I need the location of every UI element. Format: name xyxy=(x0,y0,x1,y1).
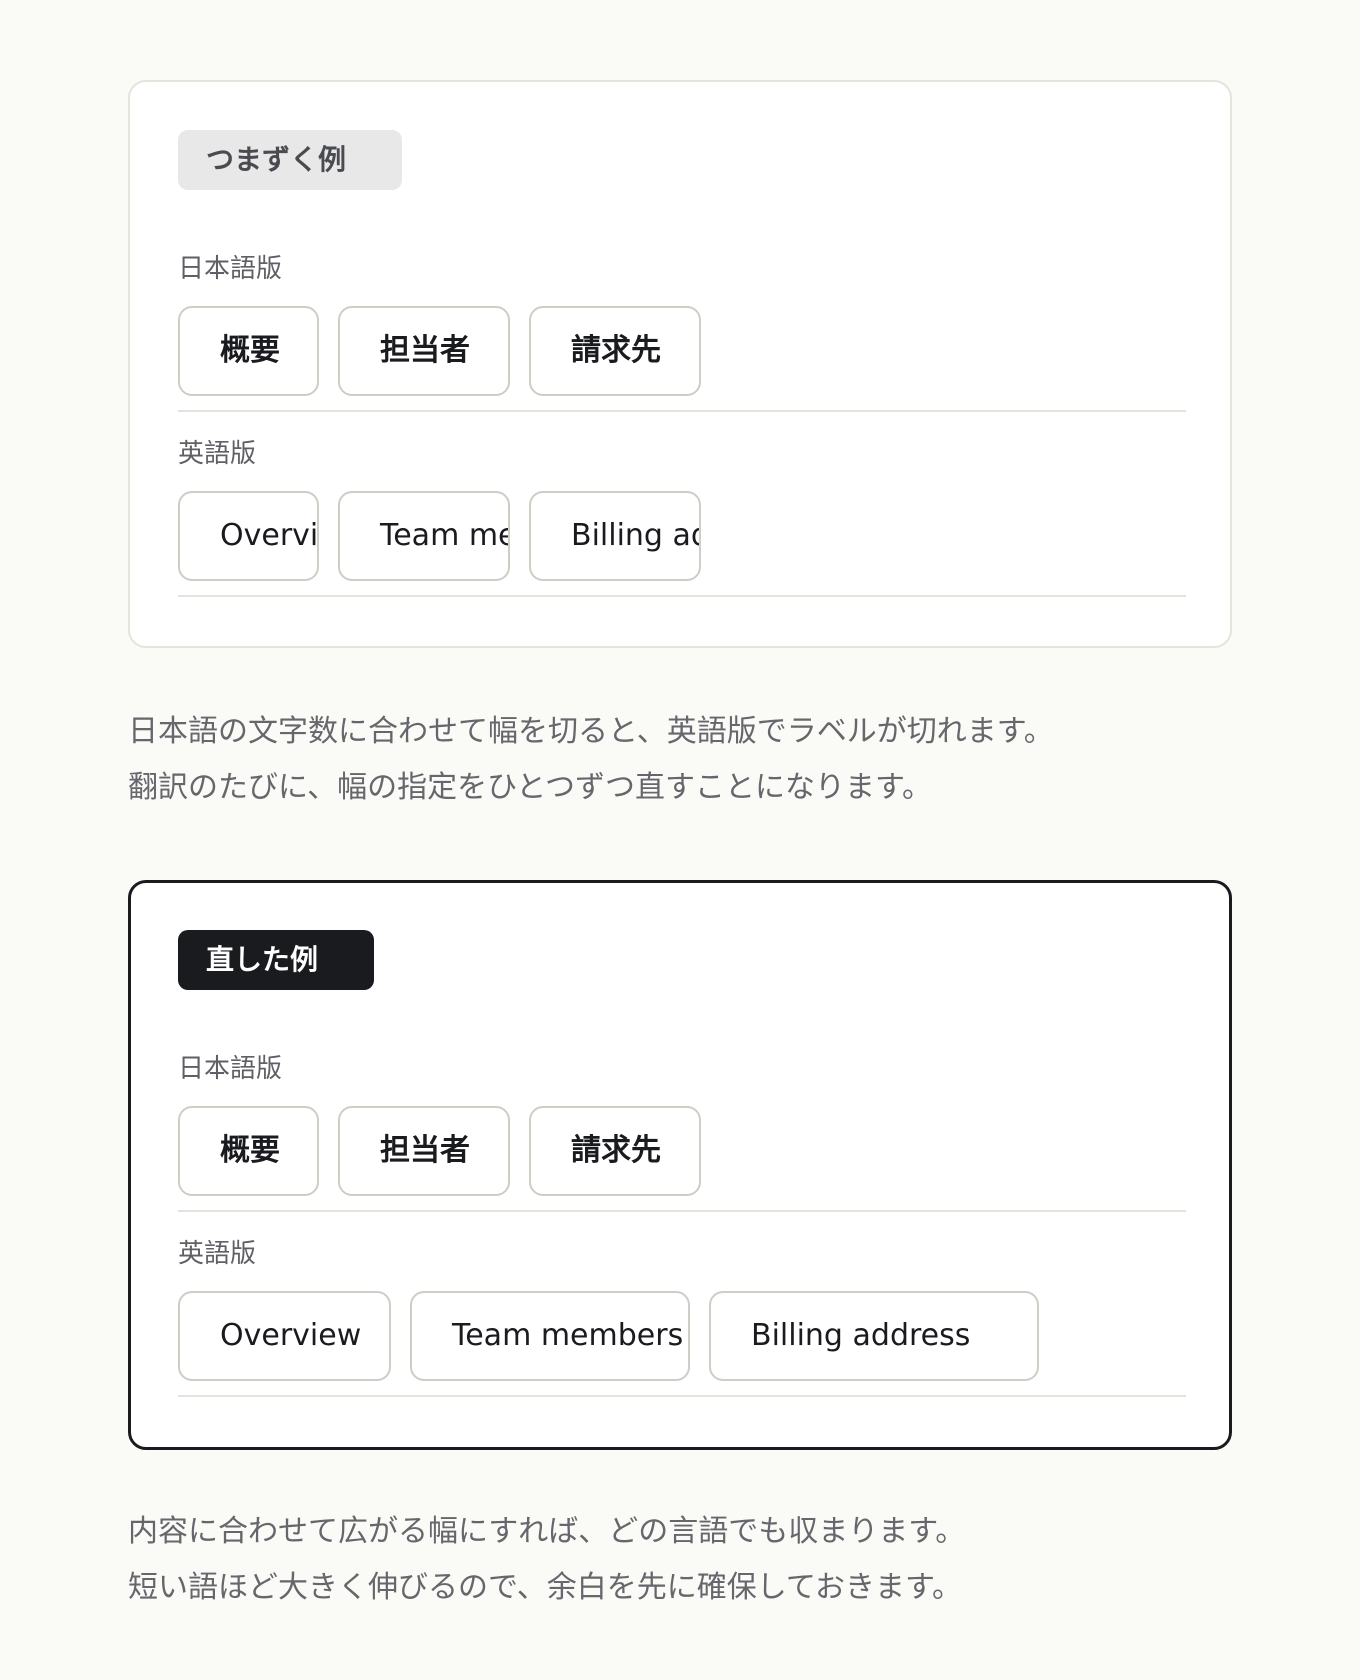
good-en-tab-row: Overview Team members Billing address xyxy=(178,1291,1039,1381)
good-en-section-label: 英語版 xyxy=(178,1239,257,1269)
good-jp-tab-overview[interactable]: 概要 xyxy=(178,1106,319,1196)
good-example-card: 直した例 日本語版 概要 担当者 請求先 英語版 Overview Team m… xyxy=(128,880,1232,1450)
bad-jp-divider xyxy=(178,410,1186,412)
bad-en-section-label: 英語版 xyxy=(178,439,257,469)
bad-jp-tab-overview[interactable]: 概要 xyxy=(178,306,319,396)
bad-note-line1: 日本語の文字数に合わせて幅を切ると、英語版でラベルが切れます。 xyxy=(128,714,1054,749)
good-en-divider xyxy=(178,1395,1186,1397)
bad-en-tab-team[interactable]: Team members xyxy=(338,491,510,581)
bad-jp-tab-billing[interactable]: 請求先 xyxy=(529,306,701,396)
good-en-tab-overview[interactable]: Overview xyxy=(178,1291,391,1381)
bad-note-line2: 翻訳のたびに、幅の指定をひとつずつ直すことになります。 xyxy=(128,770,932,805)
good-jp-divider xyxy=(178,1210,1186,1212)
good-example-note: 内容に合わせて広がる幅にすれば、どの言語でも収まります。 短い語ほど大きく伸びる… xyxy=(128,1504,1232,1616)
bad-en-tab-overview[interactable]: Overview xyxy=(178,491,319,581)
bad-jp-tab-row: 概要 担当者 請求先 xyxy=(178,306,701,396)
good-en-tab-billing[interactable]: Billing address xyxy=(709,1291,1039,1381)
good-jp-tab-team[interactable]: 担当者 xyxy=(338,1106,510,1196)
good-note-line1: 内容に合わせて広がる幅にすれば、どの言語でも収まります。 xyxy=(128,1514,966,1549)
bad-example-badge: つまずく例 xyxy=(178,130,402,190)
bad-en-tab-billing[interactable]: Billing address xyxy=(529,491,701,581)
bad-example-card: つまずく例 日本語版 概要 担当者 請求先 英語版 Overview Team … xyxy=(128,80,1232,648)
good-note-line2: 短い語ほど大きく伸びるので、余白を先に確保しておきます。 xyxy=(128,1570,962,1605)
bad-jp-tab-team[interactable]: 担当者 xyxy=(338,306,510,396)
bad-en-tab-row: Overview Team members Billing address xyxy=(178,491,701,581)
good-jp-tab-row: 概要 担当者 請求先 xyxy=(178,1106,701,1196)
bad-en-divider xyxy=(178,595,1186,597)
bad-jp-section-label: 日本語版 xyxy=(178,254,283,284)
good-jp-tab-billing[interactable]: 請求先 xyxy=(529,1106,701,1196)
bad-example-note: 日本語の文字数に合わせて幅を切ると、英語版でラベルが切れます。 翻訳のたびに、幅… xyxy=(128,704,1232,816)
good-example-badge: 直した例 xyxy=(178,930,374,990)
good-jp-section-label: 日本語版 xyxy=(178,1054,283,1084)
good-en-tab-team[interactable]: Team members xyxy=(410,1291,690,1381)
